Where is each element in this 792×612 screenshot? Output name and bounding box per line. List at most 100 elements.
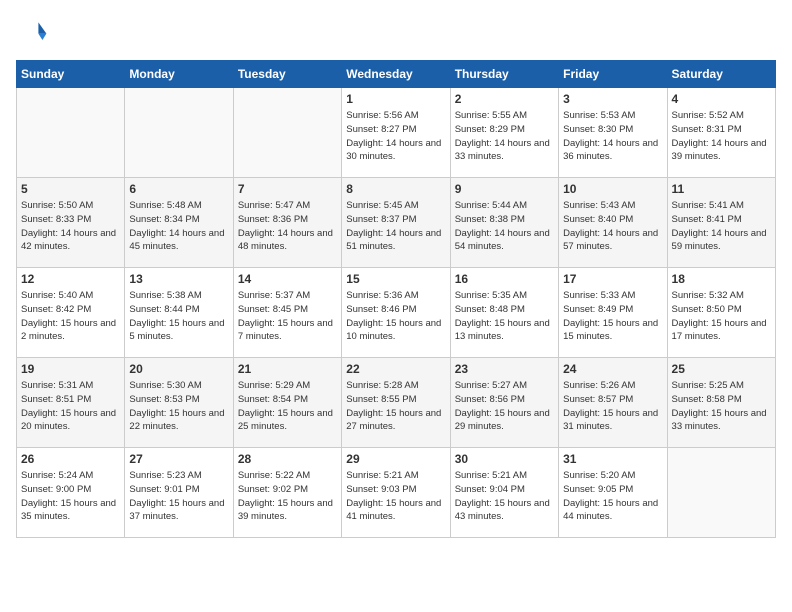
day-info: Sunrise: 5:55 AM Sunset: 8:29 PM Dayligh…: [455, 109, 554, 164]
day-number: 28: [238, 452, 337, 466]
day-info: Sunrise: 5:24 AM Sunset: 9:00 PM Dayligh…: [21, 469, 120, 524]
day-info: Sunrise: 5:33 AM Sunset: 8:49 PM Dayligh…: [563, 289, 662, 344]
calendar-cell: 18 Sunrise: 5:32 AM Sunset: 8:50 PM Dayli…: [667, 268, 775, 358]
day-number: 7: [238, 182, 337, 196]
day-info: Sunrise: 5:35 AM Sunset: 8:48 PM Dayligh…: [455, 289, 554, 344]
day-info: Sunrise: 5:26 AM Sunset: 8:57 PM Dayligh…: [563, 379, 662, 434]
day-info: Sunrise: 5:47 AM Sunset: 8:36 PM Dayligh…: [238, 199, 337, 254]
day-info: Sunrise: 5:25 AM Sunset: 8:58 PM Dayligh…: [672, 379, 771, 434]
calendar-cell: 24 Sunrise: 5:26 AM Sunset: 8:57 PM Dayli…: [559, 358, 667, 448]
calendar-cell: 23 Sunrise: 5:27 AM Sunset: 8:56 PM Dayli…: [450, 358, 558, 448]
day-info: Sunrise: 5:23 AM Sunset: 9:01 PM Dayligh…: [129, 469, 228, 524]
day-number: 26: [21, 452, 120, 466]
day-info: Sunrise: 5:38 AM Sunset: 8:44 PM Dayligh…: [129, 289, 228, 344]
day-info: Sunrise: 5:41 AM Sunset: 8:41 PM Dayligh…: [672, 199, 771, 254]
calendar-cell: 26 Sunrise: 5:24 AM Sunset: 9:00 PM Dayli…: [17, 448, 125, 538]
day-number: 25: [672, 362, 771, 376]
day-number: 13: [129, 272, 228, 286]
calendar-cell: 11 Sunrise: 5:41 AM Sunset: 8:41 PM Dayli…: [667, 178, 775, 268]
calendar-cell: 17 Sunrise: 5:33 AM Sunset: 8:49 PM Dayli…: [559, 268, 667, 358]
day-info: Sunrise: 5:45 AM Sunset: 8:37 PM Dayligh…: [346, 199, 445, 254]
calendar-week-1: 1 Sunrise: 5:56 AM Sunset: 8:27 PM Daylig…: [17, 88, 776, 178]
calendar-week-5: 26 Sunrise: 5:24 AM Sunset: 9:00 PM Dayli…: [17, 448, 776, 538]
calendar-cell: 4 Sunrise: 5:52 AM Sunset: 8:31 PM Daylig…: [667, 88, 775, 178]
calendar-cell: [17, 88, 125, 178]
day-number: 27: [129, 452, 228, 466]
day-info: Sunrise: 5:31 AM Sunset: 8:51 PM Dayligh…: [21, 379, 120, 434]
day-info: Sunrise: 5:40 AM Sunset: 8:42 PM Dayligh…: [21, 289, 120, 344]
day-number: 24: [563, 362, 662, 376]
calendar-cell: 8 Sunrise: 5:45 AM Sunset: 8:37 PM Daylig…: [342, 178, 450, 268]
calendar-cell: 21Sunrise: 5:29 AM Sunset: 8:54 PM Dayli…: [233, 358, 341, 448]
calendar-cell: 19 Sunrise: 5:31 AM Sunset: 8:51 PM Dayli…: [17, 358, 125, 448]
day-info: Sunrise: 5:22 AM Sunset: 9:02 PM Dayligh…: [238, 469, 337, 524]
calendar-table: SundayMondayTuesdayWednesdayThursdayFrid…: [16, 60, 776, 538]
day-number: 6: [129, 182, 228, 196]
logo-icon: [16, 16, 48, 48]
day-info: Sunrise: 5:27 AM Sunset: 8:56 PM Dayligh…: [455, 379, 554, 434]
day-info: Sunrise: 5:32 AM Sunset: 8:50 PM Dayligh…: [672, 289, 771, 344]
day-number: 8: [346, 182, 445, 196]
day-info: Sunrise: 5:29 AM Sunset: 8:54 PM Dayligh…: [238, 379, 337, 434]
day-info: Sunrise: 5:56 AM Sunset: 8:27 PM Dayligh…: [346, 109, 445, 164]
calendar-cell: 9 Sunrise: 5:44 AM Sunset: 8:38 PM Daylig…: [450, 178, 558, 268]
calendar-cell: 10 Sunrise: 5:43 AM Sunset: 8:40 PM Dayli…: [559, 178, 667, 268]
day-number: 12: [21, 272, 120, 286]
calendar-cell: 13 Sunrise: 5:38 AM Sunset: 8:44 PM Dayli…: [125, 268, 233, 358]
calendar-cell: 25 Sunrise: 5:25 AM Sunset: 8:58 PM Dayli…: [667, 358, 775, 448]
day-info: Sunrise: 5:28 AM Sunset: 8:55 PM Dayligh…: [346, 379, 445, 434]
page-header: [16, 16, 776, 48]
calendar-cell: 15Sunrise: 5:36 AM Sunset: 8:46 PM Dayli…: [342, 268, 450, 358]
calendar-cell: 31Sunrise: 5:20 AM Sunset: 9:05 PM Dayli…: [559, 448, 667, 538]
calendar-cell: 3 Sunrise: 5:53 AM Sunset: 8:30 PM Daylig…: [559, 88, 667, 178]
calendar-cell: 6 Sunrise: 5:48 AM Sunset: 8:34 PM Daylig…: [125, 178, 233, 268]
calendar-cell: 30 Sunrise: 5:21 AM Sunset: 9:04 PM Dayli…: [450, 448, 558, 538]
day-number: 29: [346, 452, 445, 466]
day-info: Sunrise: 5:36 AM Sunset: 8:46 PM Dayligh…: [346, 289, 445, 344]
calendar-cell: 2 Sunrise: 5:55 AM Sunset: 8:29 PM Daylig…: [450, 88, 558, 178]
day-number: 17: [563, 272, 662, 286]
day-info: Sunrise: 5:53 AM Sunset: 8:30 PM Dayligh…: [563, 109, 662, 164]
weekday-header-thursday: Thursday: [450, 61, 558, 88]
day-info: Sunrise: 5:52 AM Sunset: 8:31 PM Dayligh…: [672, 109, 771, 164]
weekday-header-friday: Friday: [559, 61, 667, 88]
calendar-week-2: 5 Sunrise: 5:50 AM Sunset: 8:33 PM Daylig…: [17, 178, 776, 268]
calendar-cell: 14 Sunrise: 5:37 AM Sunset: 8:45 PM Dayli…: [233, 268, 341, 358]
day-number: 1: [346, 92, 445, 106]
calendar-cell: 22 Sunrise: 5:28 AM Sunset: 8:55 PM Dayli…: [342, 358, 450, 448]
calendar-cell: [667, 448, 775, 538]
day-number: 23: [455, 362, 554, 376]
weekday-header-wednesday: Wednesday: [342, 61, 450, 88]
day-info: Sunrise: 5:50 AM Sunset: 8:33 PM Dayligh…: [21, 199, 120, 254]
calendar-cell: 27 Sunrise: 5:23 AM Sunset: 9:01 PM Dayli…: [125, 448, 233, 538]
day-info: Sunrise: 5:21 AM Sunset: 9:04 PM Dayligh…: [455, 469, 554, 524]
day-info: Sunrise: 5:37 AM Sunset: 8:45 PM Dayligh…: [238, 289, 337, 344]
day-number: 5: [21, 182, 120, 196]
day-info: Sunrise: 5:44 AM Sunset: 8:38 PM Dayligh…: [455, 199, 554, 254]
day-number: 19: [21, 362, 120, 376]
calendar-cell: 1 Sunrise: 5:56 AM Sunset: 8:27 PM Daylig…: [342, 88, 450, 178]
weekday-header-monday: Monday: [125, 61, 233, 88]
day-info: Sunrise: 5:48 AM Sunset: 8:34 PM Dayligh…: [129, 199, 228, 254]
day-number: 22: [346, 362, 445, 376]
calendar-cell: 28 Sunrise: 5:22 AM Sunset: 9:02 PM Dayli…: [233, 448, 341, 538]
day-number: 3: [563, 92, 662, 106]
day-number: 10: [563, 182, 662, 196]
day-number: 30: [455, 452, 554, 466]
day-number: 4: [672, 92, 771, 106]
day-number: 31: [563, 452, 662, 466]
weekday-header-row: SundayMondayTuesdayWednesdayThursdayFrid…: [17, 61, 776, 88]
day-number: 9: [455, 182, 554, 196]
day-number: 14: [238, 272, 337, 286]
day-number: 20: [129, 362, 228, 376]
day-info: Sunrise: 5:43 AM Sunset: 8:40 PM Dayligh…: [563, 199, 662, 254]
calendar-cell: 16 Sunrise: 5:35 AM Sunset: 8:48 PM Dayli…: [450, 268, 558, 358]
day-info: Sunrise: 5:30 AM Sunset: 8:53 PM Dayligh…: [129, 379, 228, 434]
weekday-header-saturday: Saturday: [667, 61, 775, 88]
day-number: 2: [455, 92, 554, 106]
day-number: 18: [672, 272, 771, 286]
weekday-header-tuesday: Tuesday: [233, 61, 341, 88]
day-number: 11: [672, 182, 771, 196]
calendar-cell: 7 Sunrise: 5:47 AM Sunset: 8:36 PM Daylig…: [233, 178, 341, 268]
day-number: 16: [455, 272, 554, 286]
